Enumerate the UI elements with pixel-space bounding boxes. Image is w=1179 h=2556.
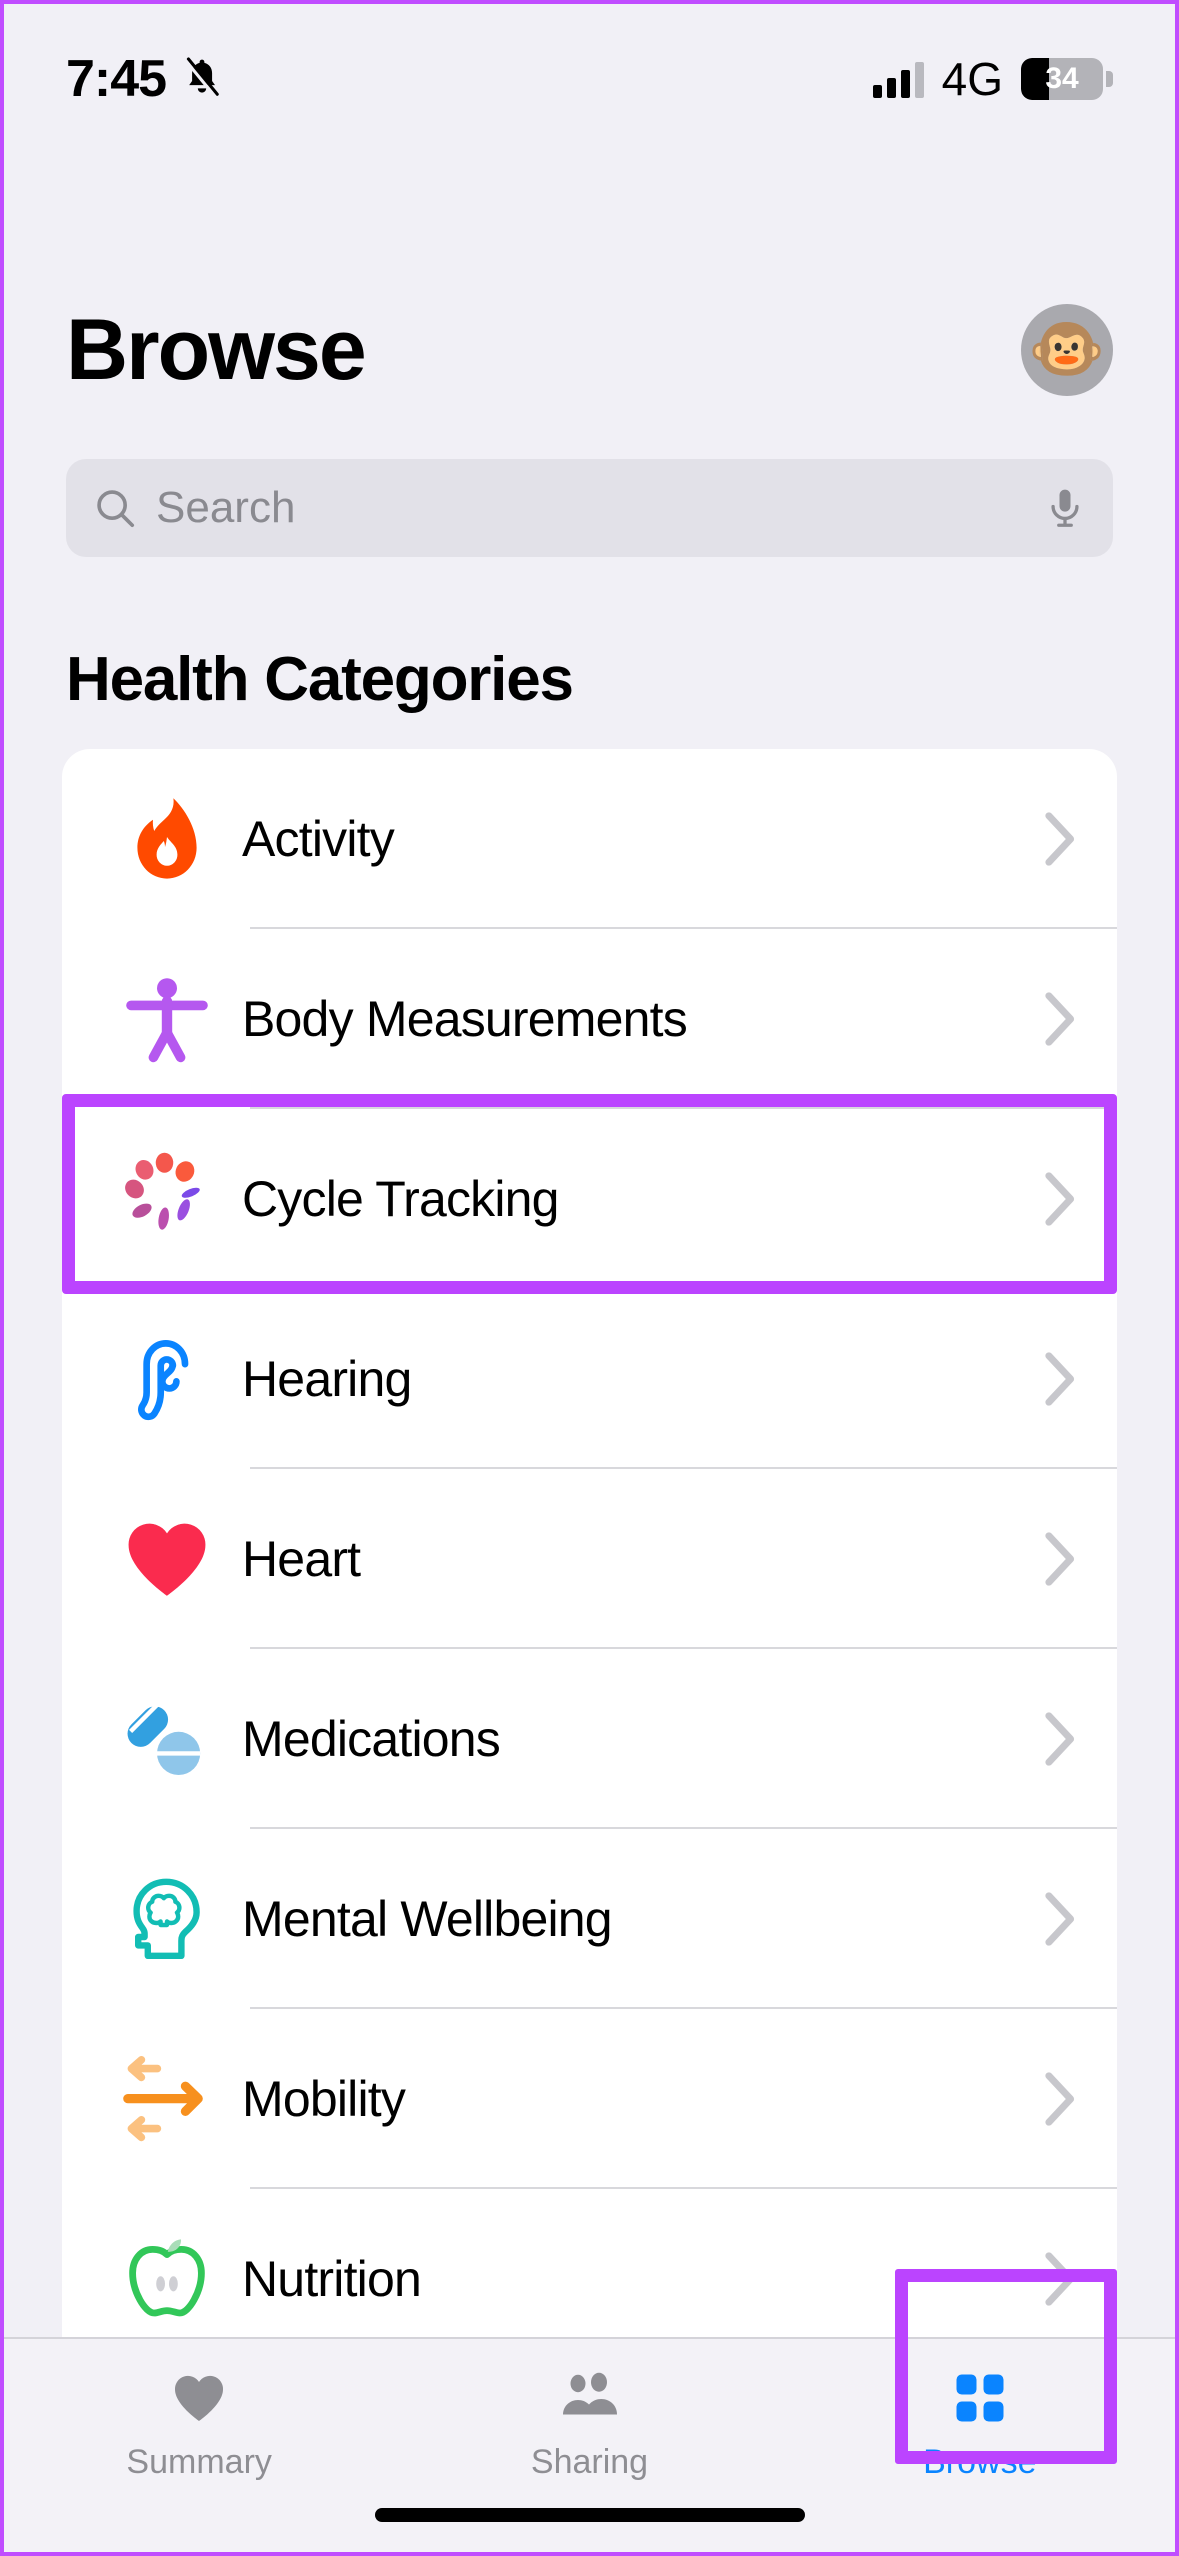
pills-icon (112, 1684, 222, 1794)
heart-filled-icon (168, 2365, 230, 2431)
chevron-right-icon (1039, 990, 1079, 1048)
category-label: Cycle Tracking (242, 1170, 1039, 1228)
phone-screen: 7:45 4G 34 (0, 0, 1179, 2556)
tab-sharing[interactable]: Sharing (394, 2365, 784, 2482)
bell-slash-icon (180, 53, 224, 106)
battery-percent-label: 34 (1021, 58, 1103, 100)
tab-label: Summary (126, 2443, 271, 2482)
network-type-label: 4G (942, 52, 1003, 106)
category-row-body-measurements[interactable]: Body Measurements (62, 929, 1117, 1109)
cycle-dots-icon (112, 1144, 222, 1254)
microphone-icon[interactable] (1043, 484, 1087, 532)
category-label: Heart (242, 1530, 1039, 1588)
category-label: Body Measurements (242, 990, 1039, 1048)
page-title: Browse (66, 307, 365, 393)
category-label: Nutrition (242, 2250, 1039, 2308)
ear-icon (112, 1324, 222, 1434)
category-label: Mobility (242, 2070, 1039, 2128)
category-label: Medications (242, 1710, 1039, 1768)
apple-icon (112, 2224, 222, 2334)
status-bar: 7:45 4G 34 (4, 4, 1175, 154)
category-row-mobility[interactable]: Mobility (62, 2009, 1117, 2189)
chevron-right-icon (1039, 2070, 1079, 2128)
category-row-cycle-tracking[interactable]: Cycle Tracking (62, 1109, 1117, 1289)
status-time: 7:45 (66, 49, 166, 109)
heart-icon (112, 1504, 222, 1614)
tab-label: Browse (923, 2443, 1036, 2482)
tab-label: Sharing (531, 2443, 648, 2482)
flame-icon (112, 784, 222, 894)
chevron-right-icon (1039, 1890, 1079, 1948)
chevron-right-icon (1039, 1710, 1079, 1768)
grid-squares-icon (949, 2365, 1011, 2431)
status-bar-right: 4G 34 (873, 52, 1113, 106)
chevron-right-icon (1039, 2250, 1079, 2308)
tab-summary[interactable]: Summary (4, 2365, 394, 2482)
category-row-hearing[interactable]: Hearing (62, 1289, 1117, 1469)
home-indicator[interactable] (375, 2508, 805, 2522)
chevron-right-icon (1039, 1170, 1079, 1228)
category-label: Hearing (242, 1350, 1039, 1408)
page-header: Browse 🐵 (4, 304, 1175, 396)
category-row-mental-wellbeing[interactable]: Mental Wellbeing (62, 1829, 1117, 2009)
people-icon (555, 2365, 623, 2431)
category-row-heart[interactable]: Heart (62, 1469, 1117, 1649)
brain-head-icon (112, 1864, 222, 1974)
section-title: Health Categories (66, 644, 573, 715)
battery-icon: 34 (1021, 58, 1113, 100)
search-icon (92, 485, 138, 531)
chevron-right-icon (1039, 1530, 1079, 1588)
chevron-right-icon (1039, 810, 1079, 868)
health-categories-card: Activity Body Measurements (62, 749, 1117, 2552)
category-row-medications[interactable]: Medications (62, 1649, 1117, 1829)
category-row-activity[interactable]: Activity (62, 749, 1117, 929)
status-bar-left: 7:45 (66, 49, 224, 109)
arrows-icon (112, 2044, 222, 2154)
tab-browse[interactable]: Browse (785, 2365, 1175, 2482)
body-figure-icon (112, 964, 222, 1074)
search-input[interactable]: Search (156, 483, 1025, 533)
chevron-right-icon (1039, 1350, 1079, 1408)
category-label: Activity (242, 810, 1039, 868)
search-bar[interactable]: Search (66, 459, 1113, 557)
profile-avatar[interactable]: 🐵 (1021, 304, 1113, 396)
cellular-signal-icon (873, 60, 924, 98)
category-label: Mental Wellbeing (242, 1890, 1039, 1948)
